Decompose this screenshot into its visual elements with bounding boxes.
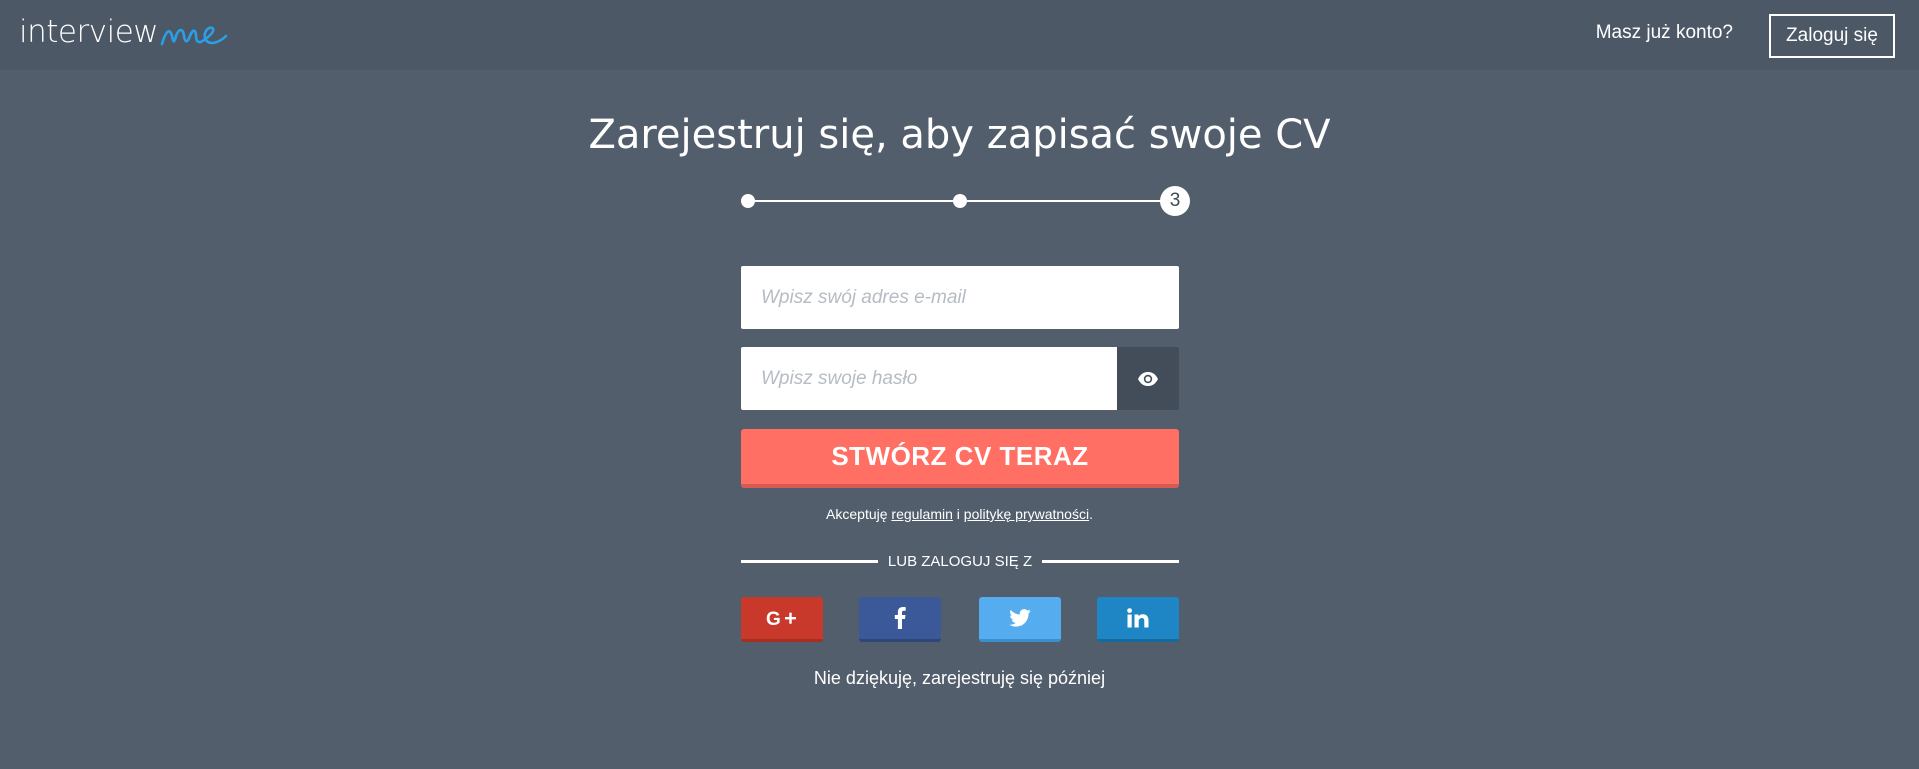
divider-text: LUB ZALOGUJ SIĘ Z xyxy=(887,552,1033,570)
skip-registration-link[interactable]: Nie dziękuję, zarejestruję się później xyxy=(0,668,1919,689)
progress-stepper: 3 xyxy=(741,185,1191,217)
terms-link[interactable]: regulamin xyxy=(891,506,952,522)
logo[interactable]: interview xyxy=(19,14,228,54)
twitter-login-button[interactable] xyxy=(979,597,1061,642)
terms-conjunction: i xyxy=(956,506,960,522)
social-divider: LUB ZALOGUJ SIĘ Z xyxy=(741,551,1180,571)
terms-text: Akceptuję regulamin i politykę prywatnoś… xyxy=(0,506,1919,522)
top-bar: interview Masz już konto? Zaloguj się xyxy=(0,0,1919,70)
terms-prefix: Akceptuję xyxy=(826,506,888,522)
divider-line-right xyxy=(1042,559,1180,563)
step-1-dot xyxy=(741,194,755,208)
logo-me-script xyxy=(160,26,228,46)
step-2-dot xyxy=(953,194,967,208)
email-input[interactable] xyxy=(741,266,1179,329)
linkedin-login-button[interactable] xyxy=(1097,597,1179,642)
twitter-icon xyxy=(1009,609,1031,627)
terms-suffix: . xyxy=(1089,506,1093,522)
show-password-button[interactable] xyxy=(1117,347,1179,410)
linkedin-icon xyxy=(1127,608,1149,628)
privacy-link[interactable]: politykę prywatności xyxy=(964,506,1089,522)
step-3-current: 3 xyxy=(1160,186,1190,216)
password-input[interactable] xyxy=(741,347,1117,410)
login-prompt: Masz już konto? xyxy=(1595,22,1733,43)
logo-text: interview xyxy=(19,14,159,50)
eye-icon xyxy=(1138,371,1158,386)
login-button[interactable]: Zaloguj się xyxy=(1769,14,1895,58)
facebook-login-button[interactable] xyxy=(859,597,941,642)
svg-text:G: G xyxy=(766,609,781,627)
page-title: Zarejestruj się, aby zapisać swoje CV xyxy=(588,112,1331,158)
google-plus-icon: G xyxy=(766,609,796,627)
create-cv-button[interactable]: STWÓRZ CV TERAZ xyxy=(741,429,1179,488)
facebook-icon xyxy=(894,607,906,629)
google-login-button[interactable]: G xyxy=(741,597,823,642)
divider-line-left xyxy=(741,559,878,563)
